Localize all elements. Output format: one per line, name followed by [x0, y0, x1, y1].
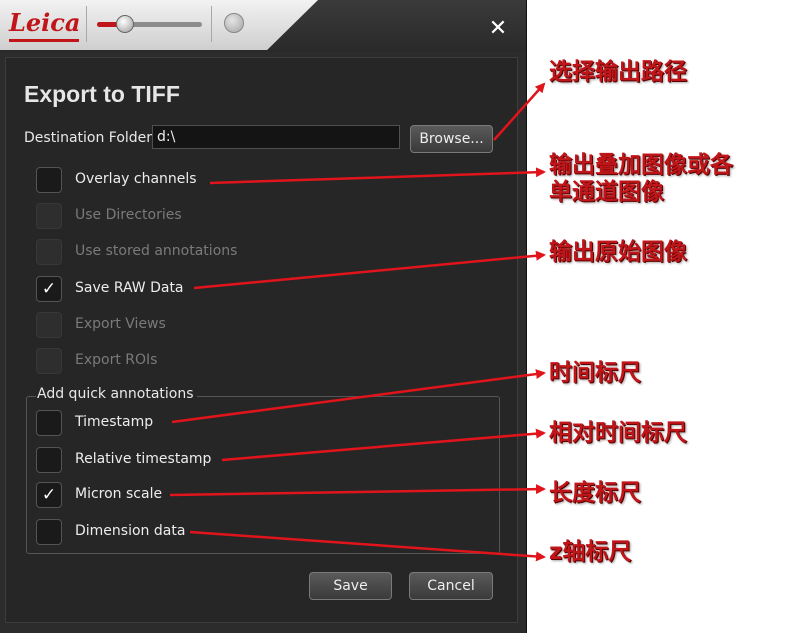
arrow-raw: [193, 250, 546, 290]
annotation-single-channel: 单通道图像: [549, 179, 664, 205]
arrow-dimension: [189, 530, 546, 562]
arrow-relative: [221, 428, 546, 462]
annotation-timestamp: 时间标尺: [549, 360, 641, 386]
annotation-overlay: 输出叠加图像或各: [549, 152, 733, 178]
arrow-browse: [493, 82, 546, 141]
annotation-output-path: 选择输出路径: [549, 59, 687, 85]
annotation-arrows: [169, 82, 546, 562]
annotation-raw: 输出原始图像: [549, 239, 687, 265]
arrow-timestamp: [171, 369, 546, 424]
arrow-micron: [169, 484, 546, 497]
arrow-overlay: [209, 167, 546, 185]
annotation-relative-timestamp: 相对时间标尺: [549, 420, 687, 446]
annotation-length-scale: 长度标尺: [549, 480, 641, 506]
annotation-z-scale: z轴标尺: [549, 539, 632, 565]
